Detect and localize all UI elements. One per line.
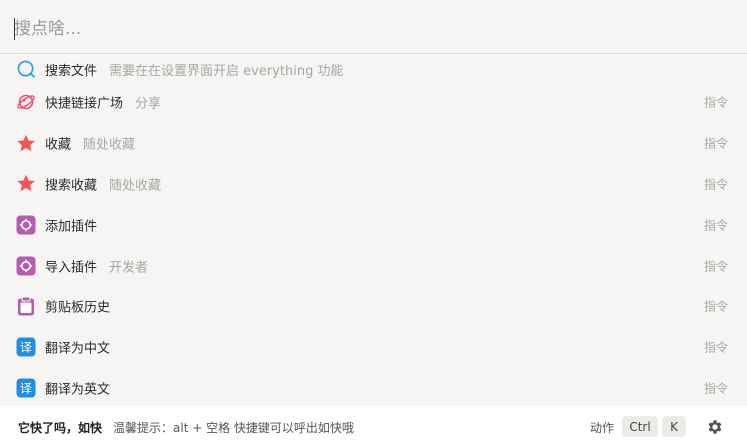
list-item-search-favorites[interactable]: 搜索收藏 随处收藏 指令 bbox=[0, 164, 747, 205]
command-tag: 指令 bbox=[703, 177, 728, 192]
ctrl-key-badge[interactable]: Ctrl bbox=[622, 416, 658, 437]
command-tag: 指令 bbox=[703, 340, 728, 355]
command-tag: 指令 bbox=[703, 95, 728, 110]
svg-text:译: 译 bbox=[20, 382, 32, 396]
plugin-icon bbox=[16, 215, 36, 235]
list-item-clipboard-history[interactable]: 剪贴板历史 指令 bbox=[0, 286, 747, 327]
gear-icon[interactable] bbox=[706, 418, 724, 436]
search-input[interactable] bbox=[14, 14, 714, 44]
footer-bar: 它快了吗，如快 温馨提示：alt + 空格 快捷键可以呼出如快哦 动作 Ctrl… bbox=[0, 406, 747, 447]
item-label: 搜索收藏 随处收藏 bbox=[45, 178, 162, 194]
search-bar bbox=[0, 0, 747, 54]
list-item-quicklink-plaza[interactable]: 快捷链接广场 分享 指令 bbox=[0, 82, 747, 123]
list-item-translate-zh[interactable]: 译 翻译为中文 指令 bbox=[0, 327, 747, 368]
k-key-badge[interactable]: K bbox=[662, 416, 686, 437]
star-icon bbox=[16, 174, 36, 194]
svg-text:译: 译 bbox=[20, 341, 32, 355]
item-subtitle: 需要在在设置界面开启 everything 功能 bbox=[109, 64, 344, 79]
list-item-search-files[interactable]: 搜索文件 需要在在设置界面开启 everything 功能 bbox=[0, 54, 747, 82]
list-item-add-plugin[interactable]: 添加插件 指令 bbox=[0, 204, 747, 245]
command-tag: 指令 bbox=[703, 259, 728, 274]
item-subtitle: 开发者 bbox=[109, 260, 149, 276]
plugin-icon bbox=[16, 256, 36, 276]
item-label: 翻译为中文 bbox=[45, 341, 111, 357]
result-list: 搜索文件 需要在在设置界面开启 everything 功能 快捷链接广场 分享 指令… bbox=[0, 54, 747, 406]
text-caret bbox=[14, 18, 15, 40]
footer-brand: 它快了吗，如快 bbox=[18, 421, 103, 435]
command-tag: 指令 bbox=[703, 136, 728, 151]
command-tag: 指令 bbox=[703, 381, 728, 396]
list-item-favorites[interactable]: 收藏 随处收藏 指令 bbox=[0, 123, 747, 164]
list-item-import-plugin[interactable]: 导入插件 开发者 指令 bbox=[0, 245, 747, 286]
command-tag: 指令 bbox=[703, 299, 728, 314]
item-label: 搜索文件 需要在在设置界面开启 everything 功能 bbox=[45, 64, 344, 79]
item-label: 添加插件 bbox=[45, 219, 98, 235]
translate-icon: 译 bbox=[16, 337, 36, 357]
item-label: 快捷链接广场 分享 bbox=[45, 96, 162, 112]
footer-tip: 温馨提示：alt + 空格 快捷键可以呼出如快哦 bbox=[113, 421, 354, 435]
item-label: 翻译为英文 bbox=[45, 382, 111, 398]
item-subtitle: 随处收藏 bbox=[83, 137, 136, 153]
item-subtitle: 分享 bbox=[135, 96, 162, 112]
item-subtitle: 随处收藏 bbox=[109, 178, 162, 194]
translate-icon: 译 bbox=[16, 378, 36, 398]
clipboard-icon bbox=[16, 296, 36, 316]
action-label: 动作 bbox=[590, 421, 615, 435]
command-tag: 指令 bbox=[703, 218, 728, 233]
item-label: 导入插件 开发者 bbox=[45, 260, 149, 276]
search-circle-icon bbox=[16, 59, 36, 79]
item-label: 剪贴板历史 bbox=[45, 300, 111, 316]
item-label: 收藏 随处收藏 bbox=[45, 137, 136, 153]
list-item-translate-en[interactable]: 译 翻译为英文 指令 bbox=[0, 368, 747, 406]
planet-icon bbox=[16, 92, 36, 112]
star-icon bbox=[16, 133, 36, 153]
